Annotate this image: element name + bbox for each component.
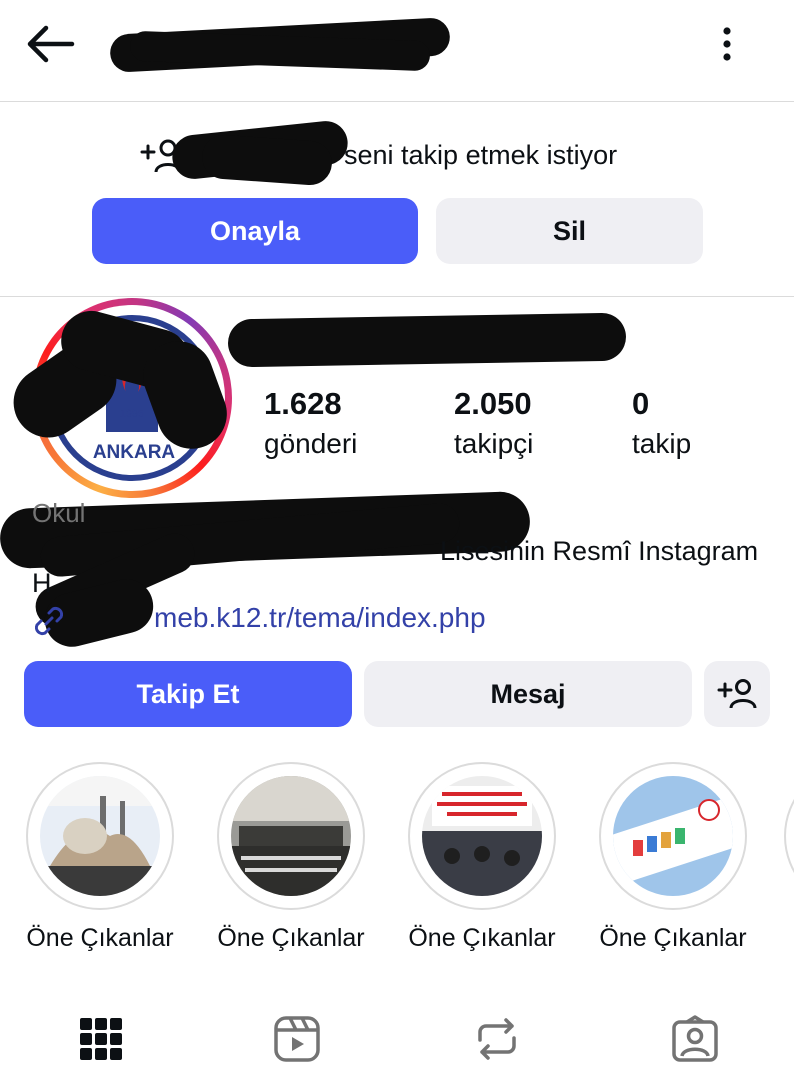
profile-tab-bar (0, 1000, 794, 1080)
message-button[interactable]: Mesaj (364, 661, 692, 727)
requester-name-redacted (170, 118, 350, 187)
highlight-label: Öne Çıkanlar (26, 924, 174, 952)
stat-followers-label: takipçi (454, 428, 534, 459)
highlight-cover (422, 776, 542, 896)
highlight-cover (613, 776, 733, 896)
bio-text-line2: H (32, 568, 52, 598)
section-divider (0, 296, 794, 297)
reels-icon (274, 1016, 320, 1062)
tab-reposts[interactable] (472, 1014, 522, 1064)
top-bar (0, 0, 794, 102)
username-title-redacted (109, 17, 451, 73)
avatar-story-ring[interactable]: 1995 ANKARA (32, 298, 232, 498)
approve-button[interactable]: Onayla (92, 198, 418, 264)
stat-following-value: 0 (632, 386, 650, 421)
stat-following[interactable]: 0 takip (632, 384, 691, 464)
repost-icon (478, 1018, 516, 1060)
link-icon (34, 606, 64, 636)
tagged-icon (672, 1015, 718, 1062)
avatar-text: ANKARA (93, 442, 176, 463)
tab-posts-grid[interactable] (76, 1014, 126, 1064)
follow-button[interactable]: Takip Et (24, 661, 352, 727)
back-button[interactable] (22, 22, 78, 66)
delete-button[interactable]: Sil (436, 198, 703, 264)
follow-request-text: seni takip etmek istiyor (344, 140, 618, 170)
vertical-dots-icon (723, 27, 731, 61)
arrow-left-icon (27, 25, 75, 63)
avatar-year: 1995 (120, 408, 144, 420)
highlight-label: Öne Çıkanlar (599, 924, 747, 952)
stat-posts-label: gönderi (264, 428, 358, 459)
stat-posts-value: 1.628 (264, 386, 342, 421)
highlight-item-partial[interactable] (784, 762, 794, 912)
stat-posts[interactable]: 1.628 gönderi (264, 384, 357, 464)
profile-page: seni takip etmek istiyor Onayla Sil 1995… (0, 0, 794, 1080)
stat-followers[interactable]: 2.050 takipçi (454, 384, 533, 464)
highlight-label: Öne Çıkanlar (217, 924, 365, 952)
grid-icon (80, 1018, 122, 1060)
bio-text: Lisesinin Resmî Instagram (440, 536, 759, 566)
highlight-cover (40, 776, 160, 896)
highlight-label: Öne Çıkanlar (408, 924, 556, 952)
add-user-icon (717, 679, 757, 709)
stat-following-label: takip (632, 428, 692, 459)
more-options-button[interactable] (710, 22, 744, 66)
avatar: 1995 ANKARA (46, 312, 218, 484)
stat-followers-value: 2.050 (454, 386, 532, 421)
tab-tagged[interactable] (670, 1014, 720, 1064)
highlight-cover (231, 776, 351, 896)
tab-reels[interactable] (272, 1014, 322, 1064)
suggested-users-button[interactable] (704, 661, 770, 727)
bio-link-text[interactable]: meb.k12.tr/tema/index.php (154, 602, 486, 634)
bio-category: Okul (32, 498, 86, 528)
